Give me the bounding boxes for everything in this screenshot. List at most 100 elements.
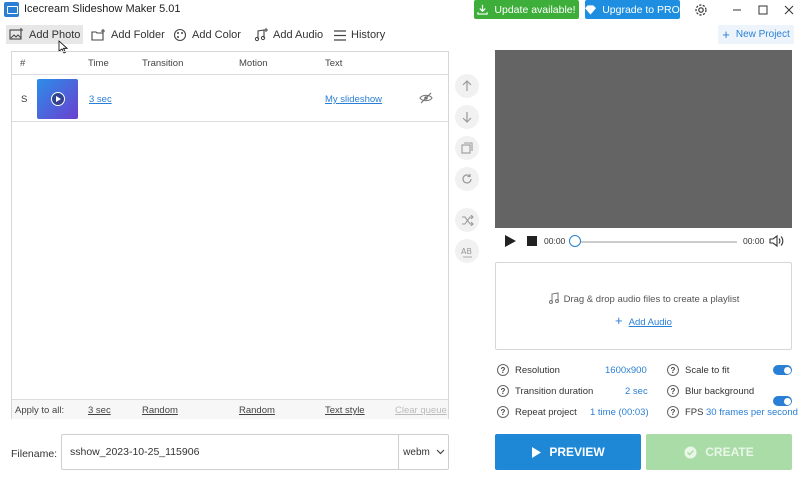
history-button[interactable]: History (334, 26, 385, 44)
shuffle-icon[interactable] (455, 208, 479, 232)
play-icon[interactable] (505, 235, 516, 247)
stop-icon[interactable] (527, 236, 537, 246)
play-circle-icon (50, 92, 65, 106)
upgrade-pro-button[interactable]: Upgrade to PRO (585, 0, 680, 19)
plus-icon: + (615, 313, 623, 328)
format-value: webm (403, 446, 430, 458)
slides-table: # Time Transition Motion Text S 3 sec My… (11, 51, 449, 419)
play-icon (532, 446, 542, 458)
current-time: 00:00 (544, 236, 566, 246)
add-audio-link-label: Add Audio (628, 317, 672, 328)
resolution-value[interactable]: 1600x900 (605, 365, 647, 376)
repeat-project-setting: ? Repeat project (497, 406, 577, 418)
transition-duration-setting: ? Transition duration (497, 385, 593, 397)
resolution-setting: ? Resolution (497, 364, 560, 376)
spellcheck-ab-icon[interactable]: AB (455, 239, 479, 263)
blur-background-label: Blur background (685, 385, 755, 397)
row-time-link[interactable]: 3 sec (89, 94, 112, 105)
column-header-transition: Transition (142, 58, 184, 69)
seek-handle[interactable] (569, 235, 581, 247)
close-icon[interactable] (781, 2, 797, 18)
repeat-project-value[interactable]: 1 time (00:03) (590, 407, 649, 418)
fps-value[interactable]: 30 frames per second (706, 407, 798, 418)
create-label: CREATE (705, 445, 754, 459)
menu-lines-icon (334, 29, 346, 41)
rotate-icon[interactable] (455, 167, 479, 191)
add-color-button[interactable]: Add Color (173, 26, 241, 44)
resolution-label: Resolution (515, 364, 560, 376)
apply-motion-link[interactable]: Random (239, 405, 275, 416)
add-folder-label: Add Folder (111, 29, 165, 41)
music-note-icon (548, 292, 559, 304)
svg-text:AB: AB (461, 247, 472, 256)
add-audio-label: Add Audio (273, 29, 324, 41)
folder-add-icon (91, 28, 105, 41)
add-audio-link[interactable]: + Add Audio (496, 313, 791, 328)
format-select[interactable]: webm (398, 435, 449, 469)
column-header-text: Text (325, 58, 343, 69)
duplicate-icon[interactable] (455, 136, 479, 160)
upgrade-label: Upgrade to PRO (602, 3, 680, 16)
repeat-project-label: Repeat project (515, 406, 577, 418)
audio-drop-hint: Drag & drop audio files to create a play… (496, 292, 791, 305)
row-text-link[interactable]: My slideshow (325, 94, 382, 105)
column-header-time: Time (88, 58, 109, 69)
audio-drop-zone[interactable]: Drag & drop audio files to create a play… (495, 262, 792, 350)
table-row[interactable]: S 3 sec My slideshow (12, 74, 448, 122)
diamond-icon (585, 4, 597, 15)
move-up-icon[interactable] (455, 74, 479, 98)
update-label: Update available! (494, 3, 576, 16)
history-label: History (351, 29, 386, 41)
preview-button[interactable]: PREVIEW (495, 434, 641, 470)
filename-input[interactable] (70, 446, 390, 458)
audio-drop-text: Drag & drop audio files to create a play… (563, 294, 740, 305)
apply-text-style-link[interactable]: Text style (325, 405, 365, 416)
music-add-icon (254, 28, 268, 42)
new-project-button[interactable]: + New Project (718, 25, 794, 44)
apply-time-link[interactable]: 3 sec (88, 405, 111, 416)
fps-label: FPS (685, 406, 704, 418)
preview-label: PREVIEW (549, 445, 605, 459)
apply-transition-link[interactable]: Random (142, 405, 178, 416)
player-controls: 00:00 00:00 (495, 228, 792, 255)
scale-to-fit-setting: ? Scale to fit (667, 364, 729, 376)
move-down-icon[interactable] (455, 105, 479, 129)
transition-duration-value[interactable]: 2 sec (625, 386, 648, 397)
chevron-down-icon (436, 449, 445, 455)
volume-icon[interactable] (769, 234, 785, 248)
apply-to-all-label: Apply to all: (15, 405, 65, 416)
slide-thumbnail[interactable] (37, 79, 78, 119)
add-audio-button[interactable]: Add Audio (254, 26, 323, 44)
help-icon[interactable]: ? (497, 364, 509, 376)
help-icon[interactable]: ? (667, 364, 679, 376)
palette-icon (173, 28, 187, 42)
new-project-label: New Project (735, 29, 790, 40)
add-color-label: Add Color (192, 29, 241, 41)
help-icon[interactable]: ? (497, 385, 509, 397)
update-available-button[interactable]: Update available! (474, 0, 579, 19)
maximize-icon[interactable] (755, 2, 771, 18)
help-icon[interactable]: ? (667, 406, 679, 418)
seek-bar[interactable] (575, 241, 737, 243)
plus-icon: + (722, 27, 730, 42)
scale-to-fit-toggle[interactable] (773, 365, 792, 375)
blur-background-toggle[interactable] (773, 396, 792, 406)
transition-duration-label: Transition duration (515, 385, 594, 397)
create-button[interactable]: CREATE (646, 434, 792, 470)
download-icon (477, 4, 489, 15)
add-photo-button[interactable]: Add Photo (6, 25, 84, 44)
help-icon[interactable]: ? (497, 406, 509, 418)
add-folder-button[interactable]: Add Folder (91, 26, 165, 44)
fps-setting: ? FPS (667, 406, 703, 418)
video-preview (495, 50, 792, 228)
column-header-number: # (20, 58, 26, 69)
title-bar: Icecream Slideshow Maker 5.01 Update ava… (0, 0, 800, 20)
help-icon[interactable]: ? (667, 385, 679, 397)
add-photo-label: Add Photo (29, 28, 81, 41)
minimize-icon[interactable] (729, 2, 745, 18)
eye-hidden-icon[interactable] (419, 92, 433, 104)
settings-gear-icon[interactable] (693, 2, 709, 18)
app-logo-icon (4, 2, 19, 17)
row-number: S (21, 94, 28, 105)
clear-queue-link[interactable]: Clear queue (395, 405, 447, 416)
